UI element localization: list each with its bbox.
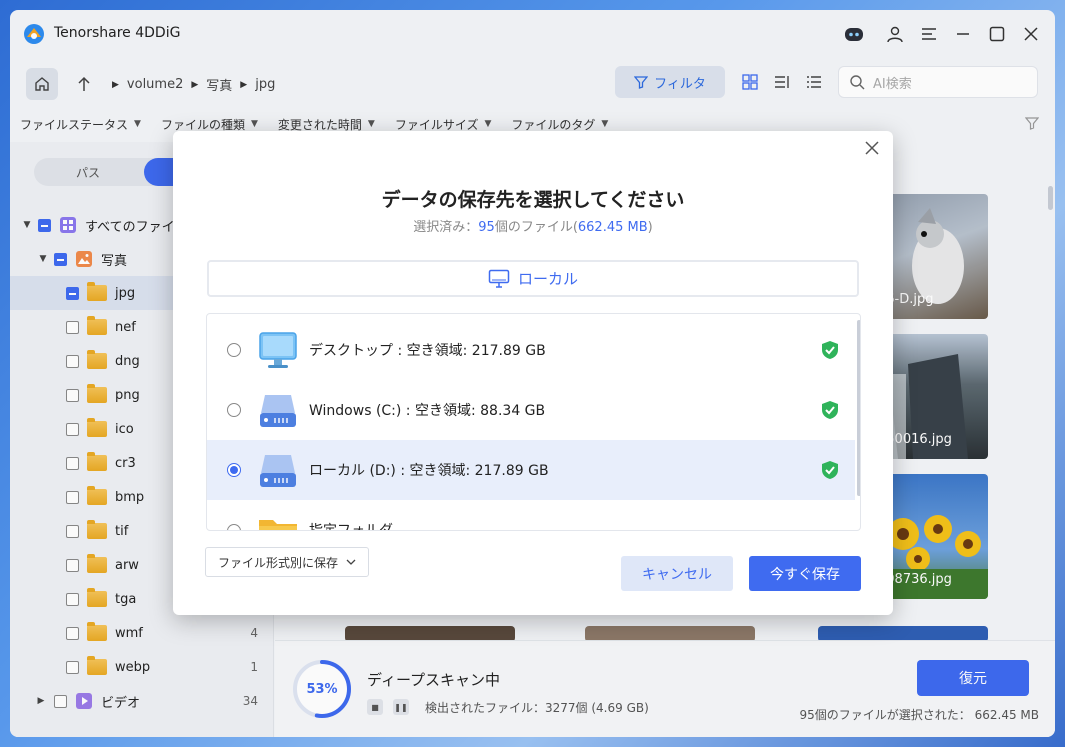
subtitle-suffix: ) bbox=[647, 220, 653, 235]
shield-check-icon bbox=[822, 461, 838, 479]
chevron-down-icon bbox=[346, 559, 356, 565]
tab-local-label: ローカル bbox=[517, 270, 578, 288]
dialog-subtitle: 選択済み：95個のファイル(662.45 MB) bbox=[173, 216, 893, 235]
selected-count: 95 bbox=[478, 220, 495, 235]
destination-desktop[interactable]: デスクトップ : 空き領域: 217.89 GB bbox=[207, 320, 855, 380]
save-now-button[interactable]: 今すぐ保存 bbox=[749, 556, 861, 591]
drive-icon bbox=[260, 395, 296, 427]
radio-button[interactable] bbox=[227, 403, 241, 417]
destination-label: Windows (C:) : 空き領域: 88.34 GB bbox=[309, 403, 546, 419]
shield-check-icon bbox=[822, 341, 838, 359]
destination-list: デスクトップ : 空き領域: 217.89 GB Windows (C:) : … bbox=[206, 313, 861, 531]
subtitle-mid: 個のファイル( bbox=[494, 220, 578, 235]
tab-local[interactable]: ローカル bbox=[207, 260, 859, 297]
destination-label: ローカル (D:) : 空き領域: 217.89 GB bbox=[309, 463, 549, 479]
radio-button[interactable] bbox=[227, 343, 241, 357]
destination-c-drive[interactable]: Windows (C:) : 空き領域: 88.34 GB bbox=[207, 380, 855, 440]
destination-label: デスクトップ : 空き領域: 217.89 GB bbox=[309, 343, 546, 359]
computer-icon bbox=[488, 269, 510, 288]
dialog-title: データの保存先を選択してください bbox=[381, 189, 685, 211]
destination-d-drive[interactable]: ローカル (D:) : 空き領域: 217.89 GB bbox=[207, 440, 855, 500]
monitor-icon bbox=[259, 332, 297, 368]
folder-icon bbox=[259, 520, 297, 530]
subtitle-prefix: 選択済み： bbox=[413, 220, 479, 235]
drive-icon bbox=[260, 455, 296, 487]
destination-label: 指定フォルダ bbox=[309, 523, 393, 531]
radio-button-selected[interactable] bbox=[227, 463, 241, 477]
destination-list-scrollbar[interactable] bbox=[857, 320, 860, 496]
radio-button[interactable] bbox=[227, 524, 241, 530]
selected-size: 662.45 MB bbox=[577, 220, 648, 235]
dialog-close-icon[interactable] bbox=[863, 139, 881, 157]
destination-custom-folder[interactable]: 指定フォルダ bbox=[207, 500, 855, 531]
save-by-format-dropdown[interactable]: ファイル形式別に保存 bbox=[205, 547, 369, 577]
shield-check-icon bbox=[822, 401, 838, 419]
save-by-format-label: ファイル形式別に保存 bbox=[217, 555, 338, 570]
save-location-dialog: データの保存先を選択してください 選択済み：95個のファイル(662.45 MB… bbox=[173, 131, 893, 615]
cancel-button[interactable]: キャンセル bbox=[621, 556, 733, 591]
